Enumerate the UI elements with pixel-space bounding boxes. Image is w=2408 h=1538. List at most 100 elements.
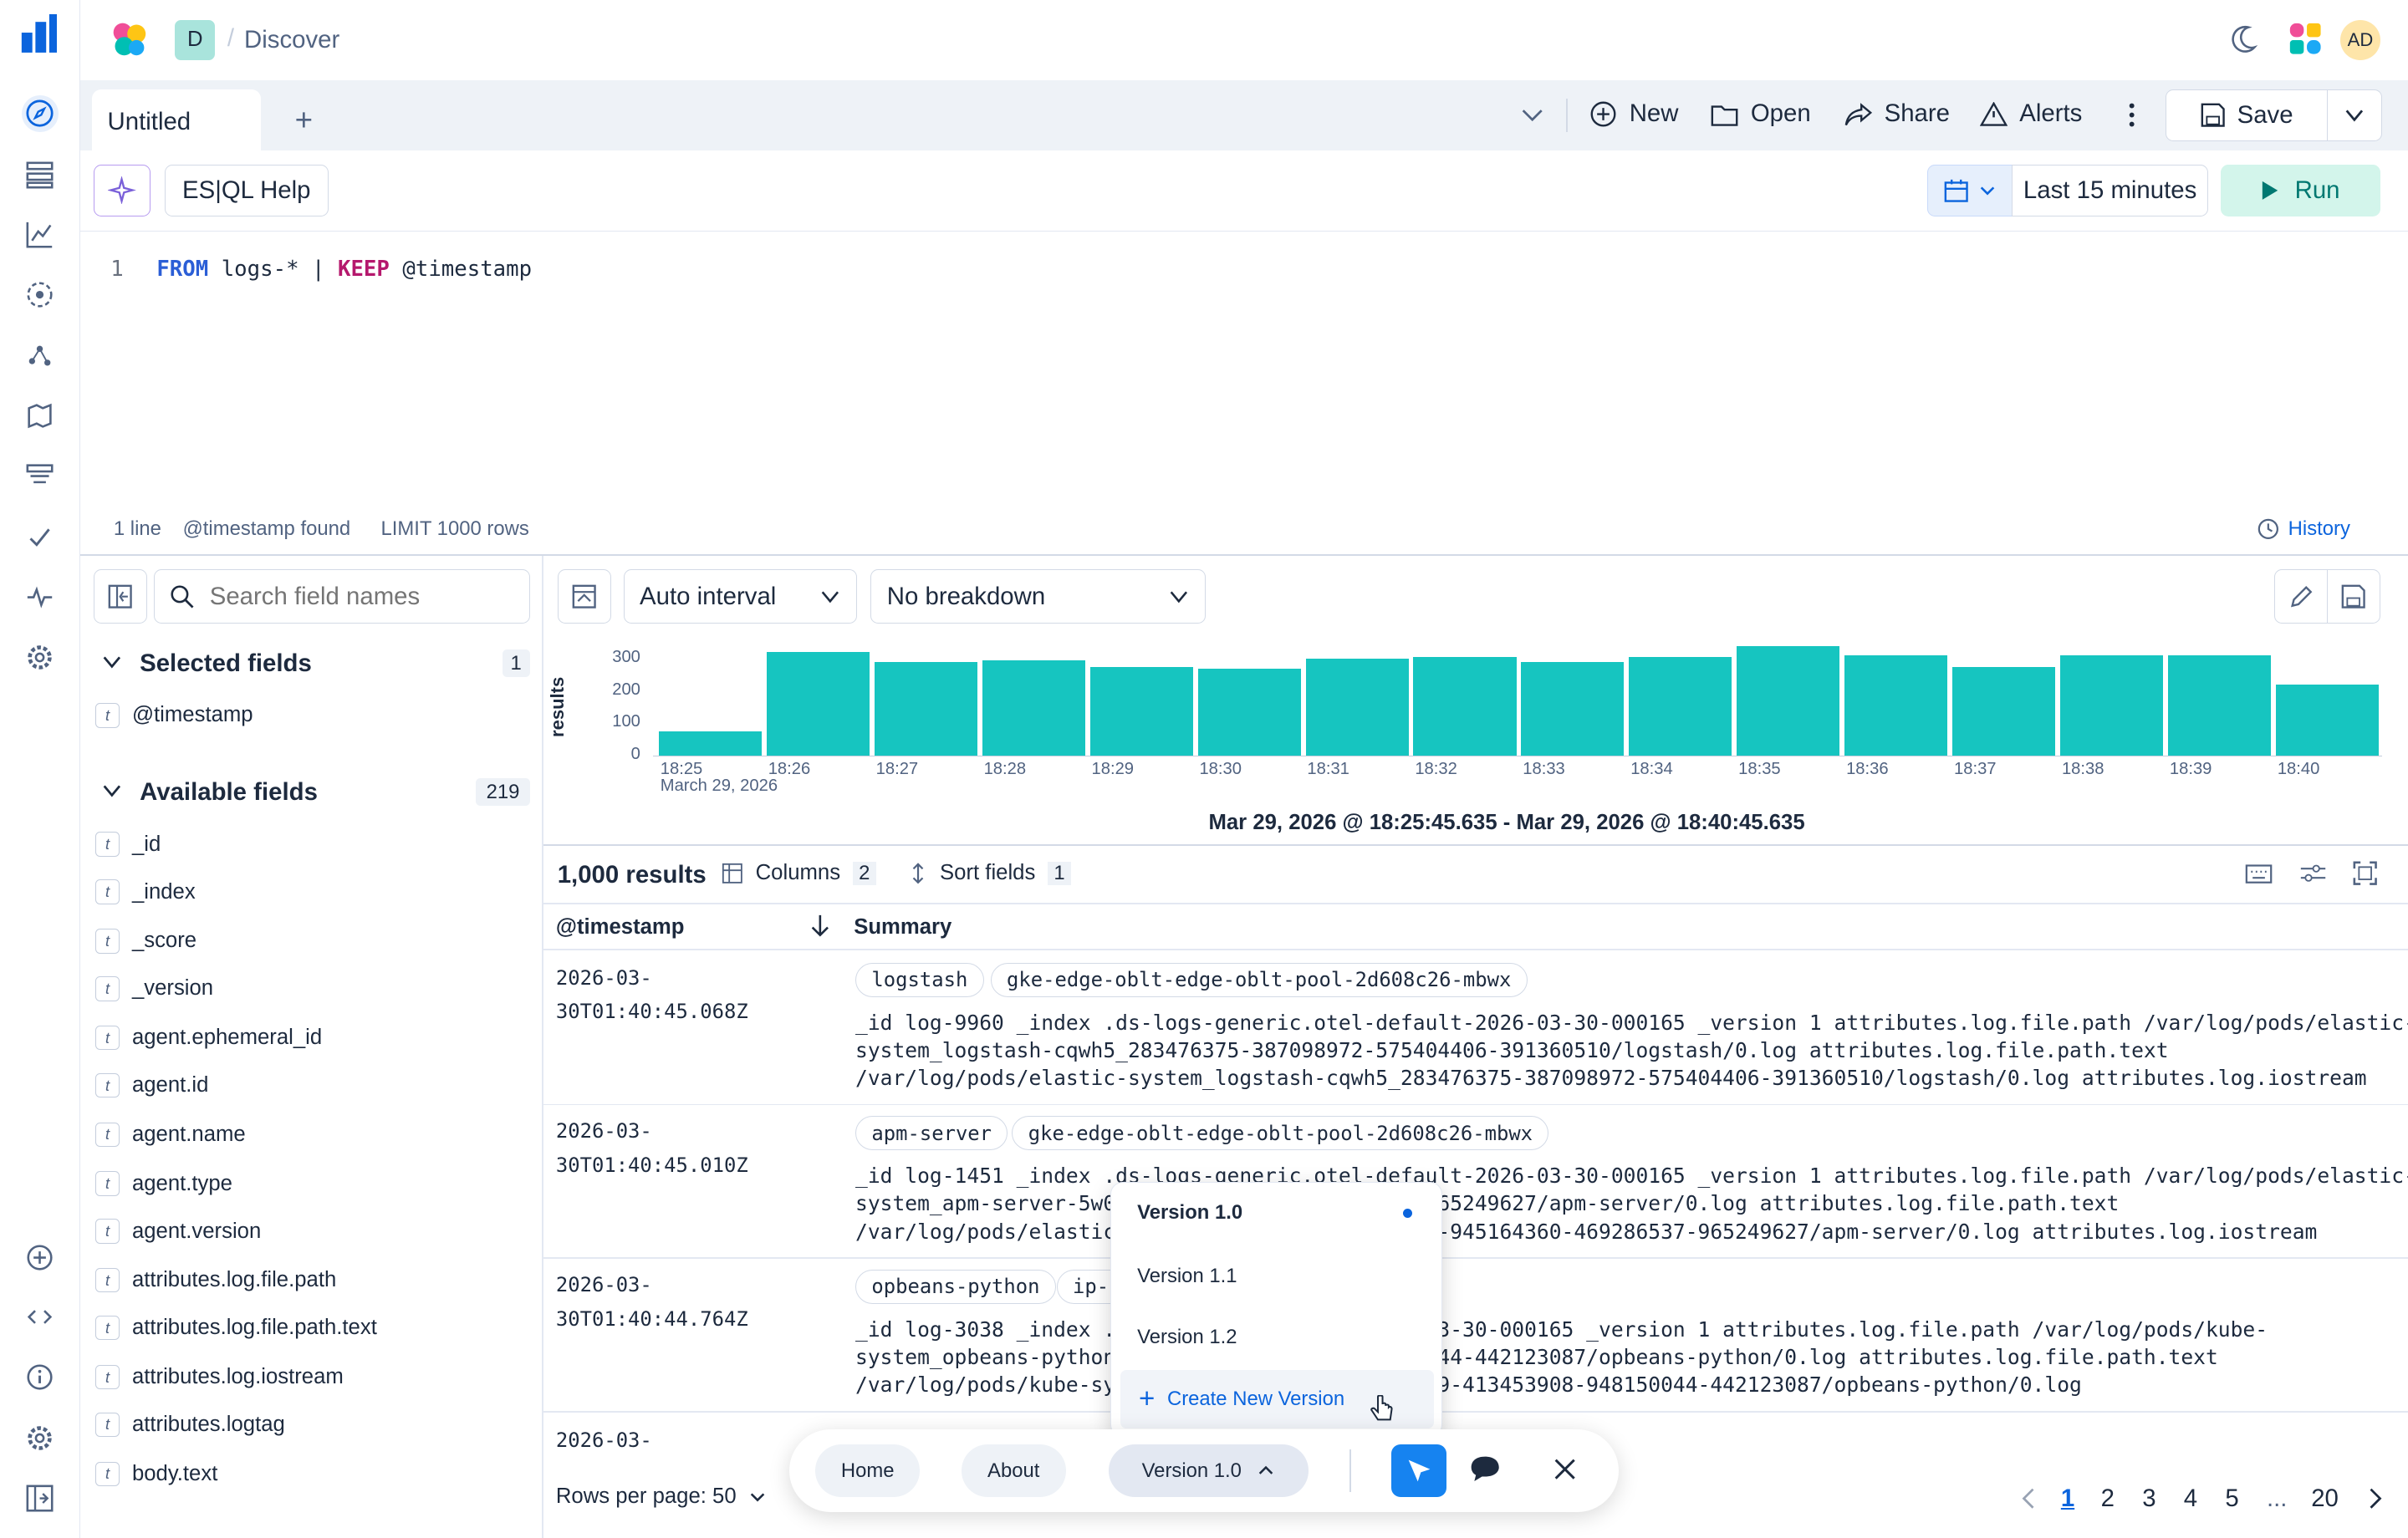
elastic-logo-icon[interactable] <box>20 13 57 53</box>
field-item[interactable]: t attributes.log.file.path.text <box>94 1316 377 1341</box>
page-link[interactable]: 5 <box>2225 1485 2238 1513</box>
space-avatar[interactable]: D <box>175 19 216 60</box>
row-summary[interactable]: _id log-3038 _index . -2026-03-30-000165… <box>855 1316 2384 1398</box>
heartbeat-icon[interactable] <box>22 578 59 615</box>
version-menu-item[interactable]: Version 1.1 <box>1137 1265 1237 1288</box>
selected-field-item[interactable]: t @timestamp <box>94 703 253 728</box>
code-icon[interactable] <box>22 1299 59 1336</box>
field-item[interactable]: t attributes.log.file.path <box>94 1268 336 1293</box>
field-item[interactable]: t body.text <box>94 1461 217 1486</box>
histogram-bar[interactable] <box>1952 666 2056 756</box>
row-timestamp[interactable]: 2026-03- <box>556 1423 652 1457</box>
tag-badge[interactable]: gke-edge-oblt-edge-oblt-pool-2d608c26-mb… <box>990 962 1528 997</box>
column-header-summary[interactable]: Summary <box>854 915 951 940</box>
user-avatar[interactable]: AD <box>2340 19 2380 60</box>
page-link-current[interactable]: 1 <box>2061 1485 2074 1513</box>
tag-badge[interactable]: gke-edge-oblt-edge-oblt-pool-2d608c26-mb… <box>1012 1116 1549 1151</box>
esql-help-button[interactable]: ES|QL Help <box>164 164 329 216</box>
ml-icon[interactable] <box>22 277 59 313</box>
page-link[interactable]: 2 <box>2101 1485 2115 1513</box>
sort-down-arrow-icon[interactable] <box>809 914 831 945</box>
version-menu-item[interactable]: Version 1.0 <box>1137 1201 1242 1225</box>
field-item[interactable]: t _score <box>94 929 196 954</box>
tag-badge[interactable]: apm-server <box>855 1116 1008 1151</box>
breakdown-select[interactable]: No breakdown <box>870 569 1206 624</box>
management-gear-icon[interactable] <box>22 1420 59 1457</box>
field-item[interactable]: t attributes.log.iostream <box>94 1364 344 1390</box>
histogram-bar[interactable] <box>982 660 1085 756</box>
comment-bubble-icon[interactable] <box>1468 1454 1502 1491</box>
histogram-bar[interactable] <box>1629 657 1732 756</box>
histogram-toggle-icon[interactable] <box>557 569 611 624</box>
query-editor[interactable]: FROM logs-* | KEEP @timestamp <box>156 257 532 282</box>
dark-mode-moon-icon[interactable] <box>2230 24 2258 62</box>
toggle-sidebar-icon[interactable] <box>94 569 148 624</box>
save-button[interactable]: Save <box>2165 89 2329 141</box>
histogram-bar[interactable] <box>766 652 870 756</box>
maps-icon[interactable] <box>22 398 59 435</box>
dashboard-icon[interactable] <box>22 156 59 193</box>
keyboard-icon[interactable] <box>2245 861 2273 892</box>
check-icon[interactable] <box>22 519 59 556</box>
tab-untitled[interactable]: Untitled <box>92 89 262 150</box>
histogram-bar[interactable] <box>1305 658 1409 756</box>
page-link[interactable]: 20 <box>2311 1485 2339 1513</box>
search-input[interactable] <box>209 582 502 611</box>
next-page-chevron-icon[interactable] <box>2366 1486 2385 1517</box>
row-summary[interactable]: _id log-1451 _index .ds-logs-generic.ote… <box>855 1162 2408 1245</box>
add-tab-plus-icon[interactable]: + <box>295 103 313 138</box>
field-search[interactable] <box>153 569 530 624</box>
histogram-bar[interactable] <box>2168 655 2272 756</box>
app-switcher-icon[interactable] <box>2288 22 2322 62</box>
field-item[interactable]: t agent.name <box>94 1122 246 1147</box>
share-button[interactable]: Share <box>1844 99 1950 128</box>
histogram-bar[interactable] <box>1844 655 1948 756</box>
histogram-bar[interactable] <box>1521 661 1625 756</box>
display-settings-icon[interactable] <box>2299 861 2327 892</box>
histogram-bar[interactable] <box>1089 666 1193 756</box>
field-item[interactable]: t agent.type <box>94 1171 232 1196</box>
columns-button[interactable]: Columns 2 <box>722 861 876 885</box>
page-link[interactable]: 3 <box>2142 1485 2155 1513</box>
prev-page-chevron-icon[interactable] <box>2019 1486 2038 1517</box>
histogram-bar[interactable] <box>1413 657 1517 756</box>
about-button[interactable]: About <box>961 1444 1066 1497</box>
histogram-bar[interactable] <box>1737 645 1840 756</box>
save-visualization-icon[interactable] <box>2326 569 2380 624</box>
open-button[interactable]: Open <box>1711 99 1811 128</box>
alerts-button[interactable]: Alerts <box>1979 99 2082 128</box>
tabs-dropdown-chevron-icon[interactable] <box>1520 103 1544 134</box>
graph-icon[interactable] <box>22 338 59 374</box>
edit-pencil-icon[interactable] <box>2274 569 2329 624</box>
tag-badge[interactable]: logstash <box>855 962 984 997</box>
run-button[interactable]: Run <box>2220 164 2380 216</box>
available-collapse-chevron-icon[interactable] <box>101 780 123 808</box>
field-item[interactable]: t _version <box>94 976 213 1001</box>
discover-compass-icon[interactable] <box>21 94 59 132</box>
histogram-bar[interactable] <box>2275 684 2380 756</box>
rows-per-page-select[interactable]: Rows per page: 50 <box>556 1485 767 1509</box>
add-circle-icon[interactable] <box>22 1239 59 1276</box>
pointer-tool-icon[interactable] <box>1391 1444 1447 1497</box>
field-item[interactable]: t agent.ephemeral_id <box>94 1025 322 1051</box>
new-button[interactable]: New <box>1589 99 1678 128</box>
save-options-chevron-icon[interactable] <box>2326 89 2382 141</box>
column-header-timestamp[interactable]: @timestamp <box>556 915 685 940</box>
chart-icon[interactable] <box>22 216 59 253</box>
tag-badge[interactable]: opbeans-python <box>855 1269 1056 1304</box>
more-options-icon[interactable] <box>2129 101 2135 135</box>
collapse-nav-icon[interactable] <box>22 1480 59 1517</box>
version-menu-item[interactable]: Version 1.2 <box>1137 1326 1237 1349</box>
date-picker-quick-menu[interactable] <box>1927 164 2013 216</box>
field-item[interactable]: t agent.id <box>94 1072 208 1098</box>
fullscreen-icon[interactable] <box>2353 861 2377 892</box>
row-summary[interactable]: _id log-9960 _index .ds-logs-generic.ote… <box>855 1009 2408 1092</box>
home-button[interactable]: Home <box>815 1444 921 1497</box>
histogram-bar[interactable] <box>874 661 977 756</box>
histogram-bar[interactable] <box>2060 655 2164 756</box>
field-item[interactable]: t agent.version <box>94 1219 261 1244</box>
selected-collapse-chevron-icon[interactable] <box>101 651 123 680</box>
histogram-bar[interactable] <box>658 731 762 756</box>
histogram-bar[interactable] <box>1197 668 1301 756</box>
row-timestamp[interactable]: 2026-03- 30T01:40:44.764Z <box>556 1268 748 1336</box>
